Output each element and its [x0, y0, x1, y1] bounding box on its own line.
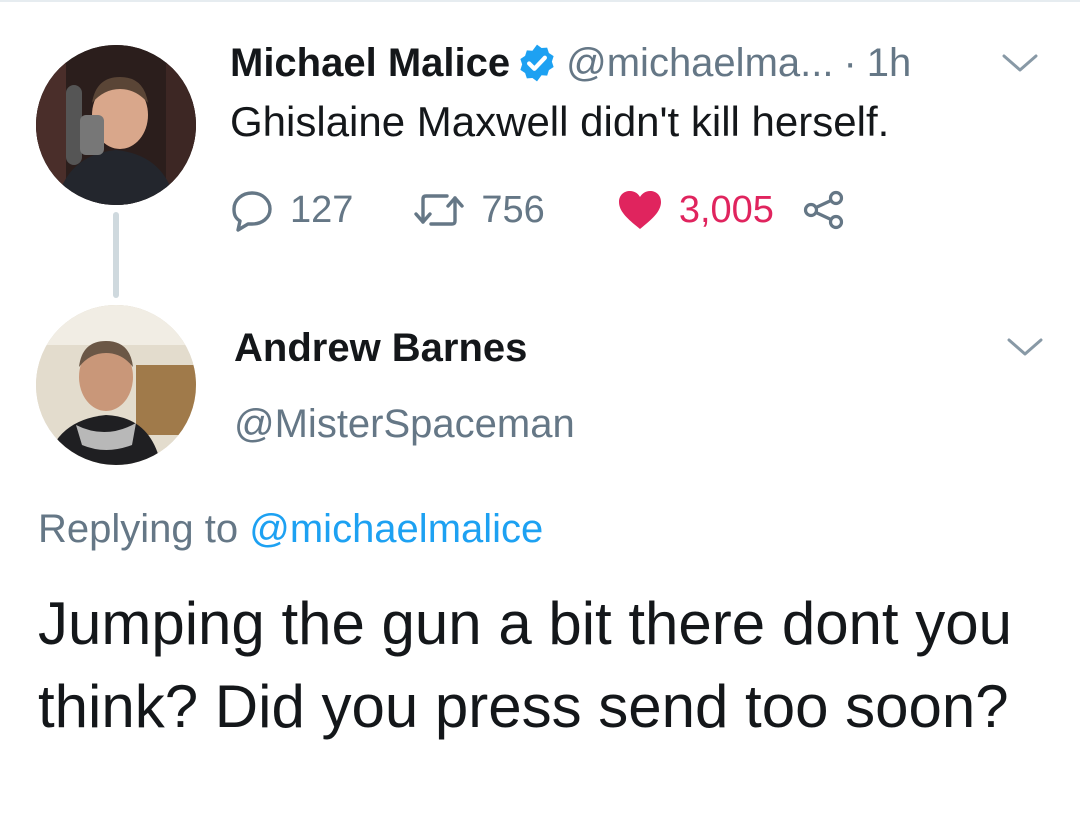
parent-tweet-header: Michael Malice @michaelma... · 1h: [230, 38, 911, 88]
chevron-down-icon[interactable]: [1000, 52, 1040, 76]
reply-count: 127: [290, 188, 354, 231]
tweet-actions-bar: 127 756 3,005: [230, 184, 846, 236]
reply-icon: [230, 188, 274, 232]
avatar-andrew-barnes[interactable]: [36, 305, 196, 465]
reply-button[interactable]: 127: [230, 188, 353, 232]
mention-link[interactable]: @michaelmalice: [249, 507, 543, 551]
tweet-timestamp[interactable]: 1h: [867, 41, 912, 86]
share-button[interactable]: [802, 190, 846, 230]
separator-dot: ·: [843, 40, 857, 85]
chevron-down-icon[interactable]: [1005, 336, 1045, 360]
verified-badge-icon: [516, 42, 558, 84]
avatar-michael-malice[interactable]: [36, 45, 196, 205]
top-divider: [0, 0, 1080, 2]
author-handle[interactable]: @michaelma...: [566, 41, 833, 86]
reply-tweet-text: Jumping the gun a bit there dont you thi…: [38, 590, 1013, 740]
author-name[interactable]: Michael Malice: [230, 41, 510, 86]
retweet-count: 756: [481, 188, 545, 231]
retweet-icon: [413, 190, 465, 230]
author-name[interactable]: Andrew Barnes: [234, 326, 527, 371]
replying-to-label: Replying to: [38, 507, 239, 551]
heart-icon: [617, 189, 663, 231]
retweet-button[interactable]: 756: [413, 188, 545, 232]
author-handle[interactable]: @MisterSpaceman: [234, 402, 575, 447]
parent-tweet-text: Ghislaine Maxwell didn't kill herself.: [230, 98, 890, 145]
like-count: 3,005: [678, 188, 774, 231]
share-icon: [802, 190, 846, 230]
thread-connector-line: [113, 212, 119, 298]
replying-to-line: Replying to @michaelmalice: [38, 507, 543, 552]
like-button[interactable]: 3,005: [617, 189, 774, 232]
